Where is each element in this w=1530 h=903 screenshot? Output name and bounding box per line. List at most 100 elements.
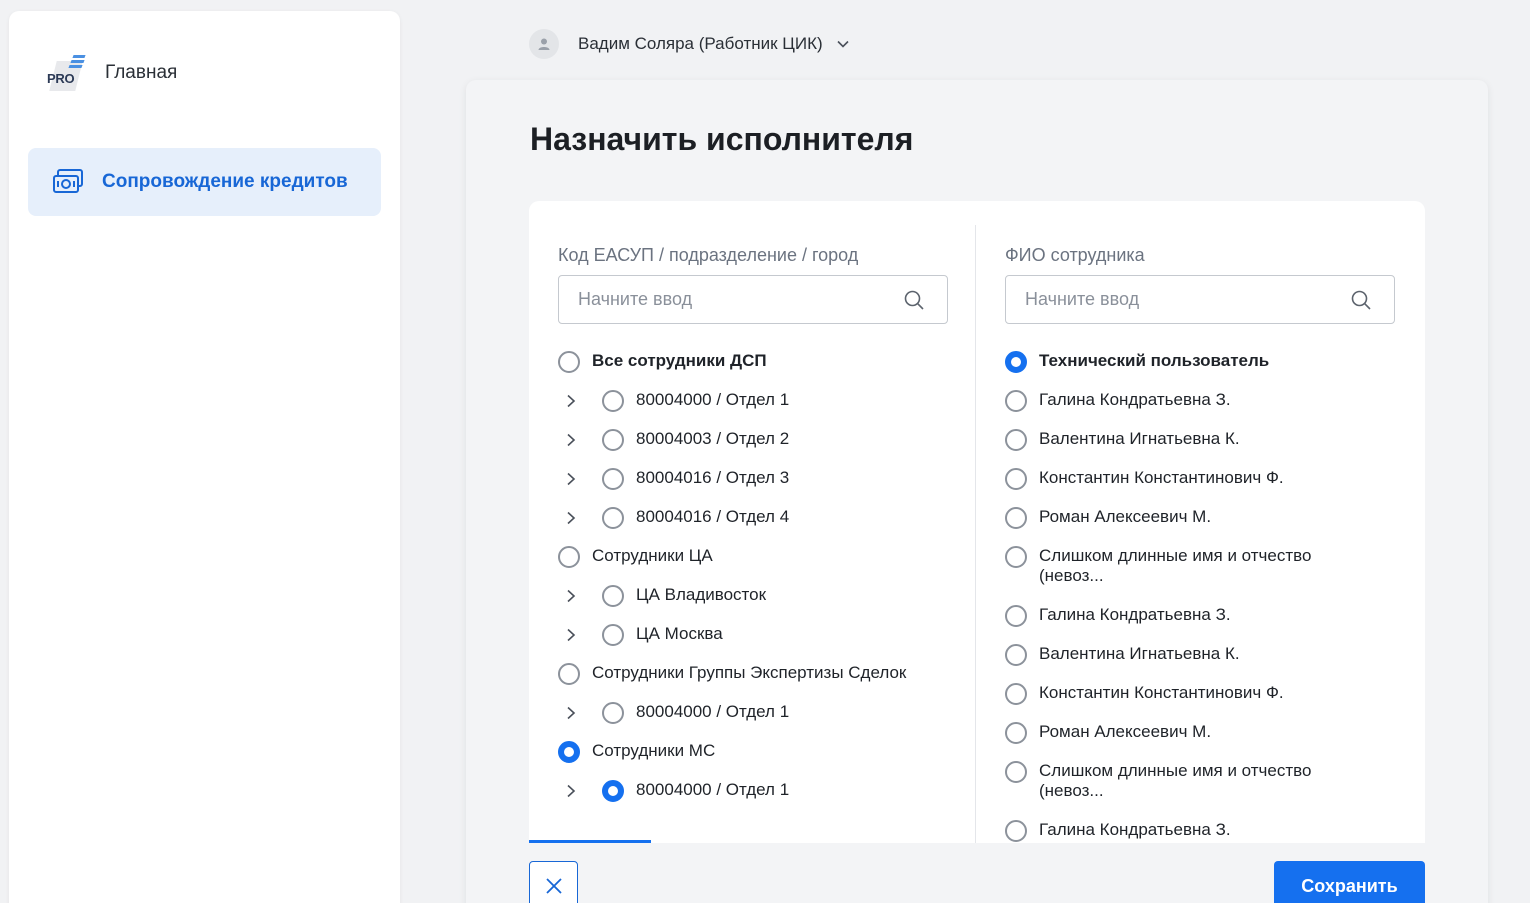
radio-button[interactable] [558, 351, 580, 373]
home-link[interactable]: PRO Главная [47, 53, 177, 93]
list-item[interactable]: Сотрудники ЦА [558, 546, 713, 568]
chevron-right-icon[interactable] [566, 589, 576, 603]
list-item-label: Валентина Игнатьевна К. [1039, 644, 1240, 663]
home-label: Главная [105, 62, 178, 83]
list-item[interactable]: Валентина Игнатьевна К. [1005, 429, 1240, 451]
user-icon [538, 38, 550, 50]
assign-dialog: Назначить исполнителя Код ЕАСУП / подраз… [466, 80, 1488, 903]
list-item-label: Константин Константинович Ф. [1039, 468, 1284, 487]
employee-search-input[interactable] [1025, 289, 1335, 310]
radio-button[interactable] [602, 507, 624, 529]
list-item[interactable]: Все сотрудники ДСП [558, 351, 767, 373]
sidebar-item-credit-support[interactable]: Сопровождение кредитов [28, 148, 381, 216]
list-item-label: 80004003 / Отдел 2 [636, 429, 790, 448]
list-item-label: Роман Алексеевич М. [1039, 507, 1212, 526]
list-item[interactable]: Технический пользователь [1005, 351, 1269, 373]
radio-button[interactable] [602, 780, 624, 802]
radio-button[interactable] [602, 585, 624, 607]
list-item-label: 80004016 / Отдел 4 [636, 507, 790, 526]
list-item[interactable]: 80004000 / Отдел 1 [567, 390, 790, 412]
cancel-button[interactable] [529, 861, 578, 903]
sidebar: PRO Главная Сопровождение кредитов [9, 11, 400, 903]
list-item[interactable]: Галина Кондратьевна З. [1005, 820, 1231, 842]
list-item[interactable]: Слишком длинные имя и отчество (невоз... [1005, 761, 1311, 801]
radio-button[interactable] [1005, 429, 1027, 451]
chevron-right-icon[interactable] [566, 394, 576, 408]
radio-button[interactable] [602, 624, 624, 646]
search-icon[interactable] [1350, 289, 1372, 311]
radio-button[interactable] [558, 663, 580, 685]
department-search[interactable] [558, 275, 948, 324]
list-item[interactable]: 80004000 / Отдел 1 [567, 780, 789, 802]
chevron-down-icon [837, 40, 849, 48]
list-item[interactable]: Сотрудники Группы Экспертизы Сделок [558, 663, 906, 685]
list-item-label: Галина Кондратьевна З. [1039, 820, 1231, 839]
list-item-label: ЦА Москва [636, 624, 723, 643]
employee-search[interactable] [1005, 275, 1395, 324]
radio-button[interactable] [1005, 351, 1027, 373]
list-item[interactable]: Константин Константинович Ф. [1005, 468, 1284, 490]
column-divider [975, 225, 976, 843]
radio-button[interactable] [1005, 683, 1027, 705]
list-item[interactable]: 80004016 / Отдел 3 [567, 468, 789, 490]
logo-text: PRO [47, 71, 75, 86]
list-item[interactable]: 80004003 / Отдел 2 [567, 429, 790, 451]
list-item-label: Сотрудники ЦА [592, 546, 713, 565]
list-item-label: Технический пользователь [1039, 351, 1270, 370]
radio-button[interactable] [1005, 820, 1027, 842]
list-item-label: Все сотрудники ДСП [592, 351, 767, 370]
radio-button[interactable] [1005, 644, 1027, 666]
user-menu[interactable]: Вадим Соляра (Работник ЦИК) [529, 29, 849, 59]
list-item-label: Роман Алексеевич М. [1039, 722, 1212, 741]
save-button[interactable]: Сохранить [1274, 861, 1425, 903]
radio-button[interactable] [558, 741, 580, 763]
radio-button[interactable] [602, 429, 624, 451]
chevron-right-icon[interactable] [566, 628, 576, 642]
radio-button[interactable] [1005, 761, 1027, 783]
chevron-right-icon[interactable] [566, 511, 576, 525]
list-item[interactable]: Константин Константинович Ф. [1005, 683, 1284, 705]
page-title: Назначить исполнителя [530, 121, 914, 157]
radio-button[interactable] [1005, 722, 1027, 744]
department-label: Код ЕАСУП / подразделение / город [558, 245, 859, 265]
list-item[interactable]: 80004000 / Отдел 1 [567, 702, 790, 724]
list-item-label: Константин Константинович Ф. [1039, 683, 1284, 702]
radio-button[interactable] [1005, 605, 1027, 627]
radio-button[interactable] [1005, 507, 1027, 529]
list-item-label: 80004000 / Отдел 1 [636, 702, 790, 721]
search-icon[interactable] [903, 289, 925, 311]
list-item[interactable]: 80004016 / Отдел 4 [567, 507, 790, 529]
radio-button[interactable] [602, 390, 624, 412]
list-item[interactable]: Галина Кондратьевна З. [1005, 390, 1231, 412]
list-item-label: Галина Кондратьевна З. [1039, 390, 1231, 409]
chevron-right-icon[interactable] [566, 706, 576, 720]
list-item[interactable]: Слишком длинные имя и отчество (невоз... [1005, 546, 1311, 586]
list-item[interactable]: Роман Алексеевич М. [1005, 507, 1211, 529]
chevron-right-icon[interactable] [566, 784, 576, 798]
radio-button[interactable] [558, 546, 580, 568]
radio-button[interactable] [1005, 390, 1027, 412]
money-icon [53, 169, 83, 193]
list-item[interactable]: ЦА Москва [567, 624, 723, 646]
list-item-label: 80004000 / Отдел 1 [636, 390, 790, 409]
radio-button[interactable] [1005, 546, 1027, 568]
list-item-label: ЦА Владивосток [636, 585, 767, 604]
chevron-right-icon[interactable] [566, 433, 576, 447]
list-item-label: Слишком длинные имя и отчество (невоз... [1039, 546, 1312, 585]
sidebar-item-label: Сопровождение кредитов [102, 171, 348, 192]
list-item-label: Валентина Игнатьевна К. [1039, 429, 1240, 448]
list-item-label: Сотрудники МС [592, 741, 716, 760]
list-item[interactable]: Сотрудники МС [558, 741, 715, 763]
list-item[interactable]: Валентина Игнатьевна К. [1005, 644, 1240, 666]
department-search-input[interactable] [578, 289, 888, 310]
list-item-label: Сотрудники Группы Экспертизы Сделок [592, 663, 907, 682]
list-item[interactable]: Роман Алексеевич М. [1005, 722, 1211, 744]
radio-button[interactable] [1005, 468, 1027, 490]
selection-card: Код ЕАСУП / подразделение / город Все со… [529, 201, 1425, 843]
list-item[interactable]: ЦА Владивосток [567, 585, 767, 607]
radio-button[interactable] [602, 702, 624, 724]
chevron-right-icon[interactable] [566, 472, 576, 486]
radio-button[interactable] [602, 468, 624, 490]
user-name: Вадим Соляра (Работник ЦИК) [578, 34, 823, 53]
list-item[interactable]: Галина Кондратьевна З. [1005, 605, 1231, 627]
